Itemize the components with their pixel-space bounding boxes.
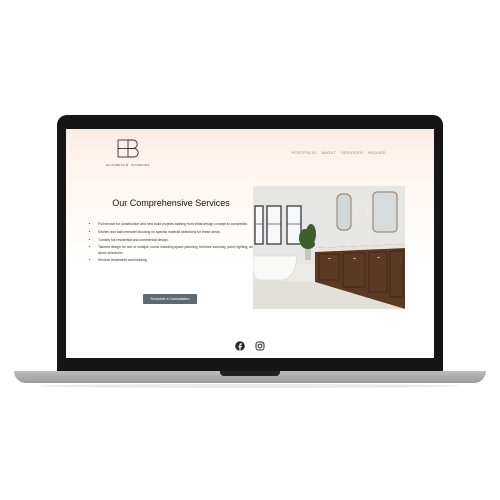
list-item: Full service for construction and new bu…	[98, 222, 258, 227]
page-title: Our Comprehensive Services	[112, 198, 230, 208]
logo-icon	[117, 139, 139, 158]
instagram-icon[interactable]	[255, 338, 265, 351]
list-item: Kitchen and bath remodel focusing on spe…	[98, 230, 258, 235]
social-links	[235, 338, 265, 351]
top-nav: PORTFOLIO ABOUT SERVICES INQUIRE	[292, 150, 386, 155]
laptop-shadow	[40, 384, 460, 388]
list-item: Turnkey full residential and commercial …	[98, 238, 258, 243]
nav-inquire[interactable]: INQUIRE	[368, 150, 386, 155]
laptop-notch	[220, 371, 280, 376]
nav-portfolio[interactable]: PORTFOLIO	[292, 150, 317, 155]
laptop-screen: ELIZABETH B. INTERIORS PORTFOLIO ABOUT S…	[66, 129, 434, 358]
list-item: Tailored design for one or multiple room…	[98, 245, 258, 255]
facebook-icon[interactable]	[235, 338, 245, 351]
schedule-consultation-button[interactable]: Schedule a Consultation	[143, 294, 197, 304]
nav-services[interactable]: SERVICES	[341, 150, 363, 155]
bathroom-photo	[253, 186, 405, 309]
services-list: Full service for construction and new bu…	[92, 222, 258, 266]
brand-name: ELIZABETH B. INTERIORS	[106, 163, 150, 167]
nav-about[interactable]: ABOUT	[321, 150, 336, 155]
list-item: Window treatments and bedding.	[98, 258, 258, 263]
